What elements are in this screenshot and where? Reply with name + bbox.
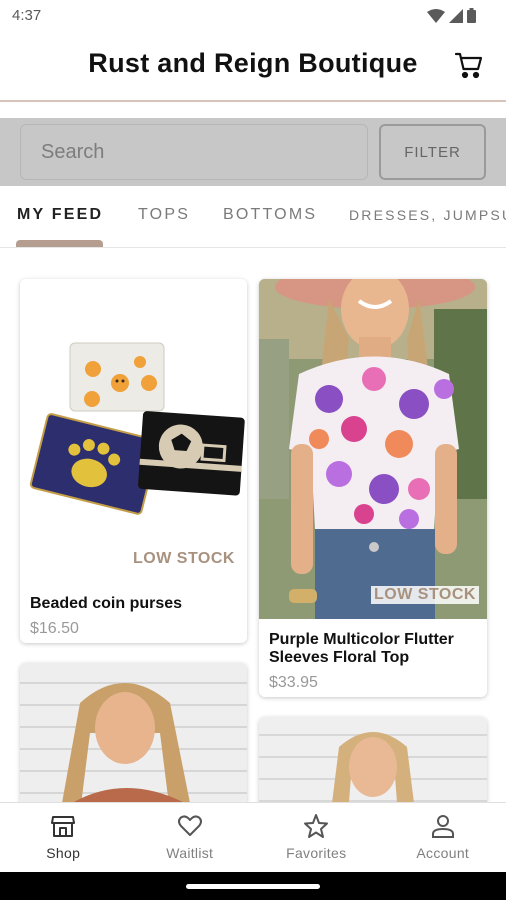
nav-shop[interactable]: Shop bbox=[0, 803, 127, 872]
nav-favorites[interactable]: Favorites bbox=[253, 803, 380, 872]
product-card[interactable] bbox=[20, 663, 247, 802]
product-feed: LOW STOCK Beaded coin purses $16.50 LOW … bbox=[0, 249, 506, 802]
nav-label: Waitlist bbox=[166, 845, 214, 861]
signal-icon bbox=[449, 8, 463, 23]
product-image bbox=[259, 279, 487, 619]
tab-dresses-jumpsuits[interactable]: DRESSES, JUMPSUI bbox=[349, 207, 506, 223]
tab-bottoms[interactable]: BOTTOMS bbox=[223, 206, 317, 224]
product-image bbox=[20, 663, 247, 802]
low-stock-badge: LOW STOCK bbox=[371, 586, 479, 604]
nav-waitlist[interactable]: Waitlist bbox=[127, 803, 254, 872]
product-name: Purple Multicolor Flutter Sleeves Floral… bbox=[269, 631, 454, 666]
product-photo bbox=[20, 663, 247, 802]
nav-label: Favorites bbox=[286, 845, 347, 861]
active-tab-indicator bbox=[16, 240, 103, 247]
search-input[interactable] bbox=[20, 124, 368, 180]
product-card[interactable]: LOW STOCK Purple Multicolor Flutter Slee… bbox=[259, 279, 487, 697]
search-area: FILTER bbox=[0, 118, 506, 186]
cart-icon bbox=[454, 52, 483, 79]
product-price: $33.95 bbox=[269, 674, 318, 691]
system-gesture-bar bbox=[0, 872, 506, 900]
battery-icon bbox=[467, 8, 476, 23]
product-card[interactable]: LOW STOCK Beaded coin purses $16.50 bbox=[20, 279, 247, 643]
coin-purses-image bbox=[20, 279, 247, 579]
nav-label: Shop bbox=[46, 845, 81, 861]
status-time: 4:37 bbox=[12, 7, 42, 24]
home-gesture-handle[interactable] bbox=[186, 884, 320, 889]
floral-top-image bbox=[259, 279, 487, 619]
filter-button[interactable]: FILTER bbox=[379, 124, 486, 180]
product-image bbox=[20, 279, 247, 579]
nav-label: Account bbox=[416, 845, 470, 861]
product-name: Beaded coin purses bbox=[30, 595, 183, 612]
app-header: Rust and Reign Boutique bbox=[0, 32, 506, 102]
nav-account[interactable]: Account bbox=[380, 803, 506, 872]
tab-my-feed[interactable]: MY FEED bbox=[17, 206, 103, 224]
heart-icon bbox=[177, 815, 202, 836]
app-title: Rust and Reign Boutique bbox=[88, 48, 418, 78]
tab-tops[interactable]: TOPS bbox=[138, 206, 190, 224]
shop-icon bbox=[51, 816, 76, 837]
status-bar: 4:37 bbox=[0, 0, 506, 32]
product-photo bbox=[259, 717, 487, 802]
star-icon bbox=[304, 814, 329, 838]
product-card[interactable] bbox=[259, 717, 487, 802]
cart-button[interactable] bbox=[454, 50, 484, 80]
category-tabs: MY FEED TOPS BOTTOMS DRESSES, JUMPSUI bbox=[0, 188, 506, 248]
low-stock-badge: LOW STOCK bbox=[133, 550, 235, 567]
bottom-navigation: Shop Waitlist Favorites Account bbox=[0, 802, 506, 872]
product-price: $16.50 bbox=[30, 620, 79, 637]
status-icons bbox=[427, 8, 476, 23]
wifi-icon bbox=[427, 8, 445, 23]
account-icon bbox=[431, 815, 454, 838]
product-image bbox=[259, 717, 487, 802]
